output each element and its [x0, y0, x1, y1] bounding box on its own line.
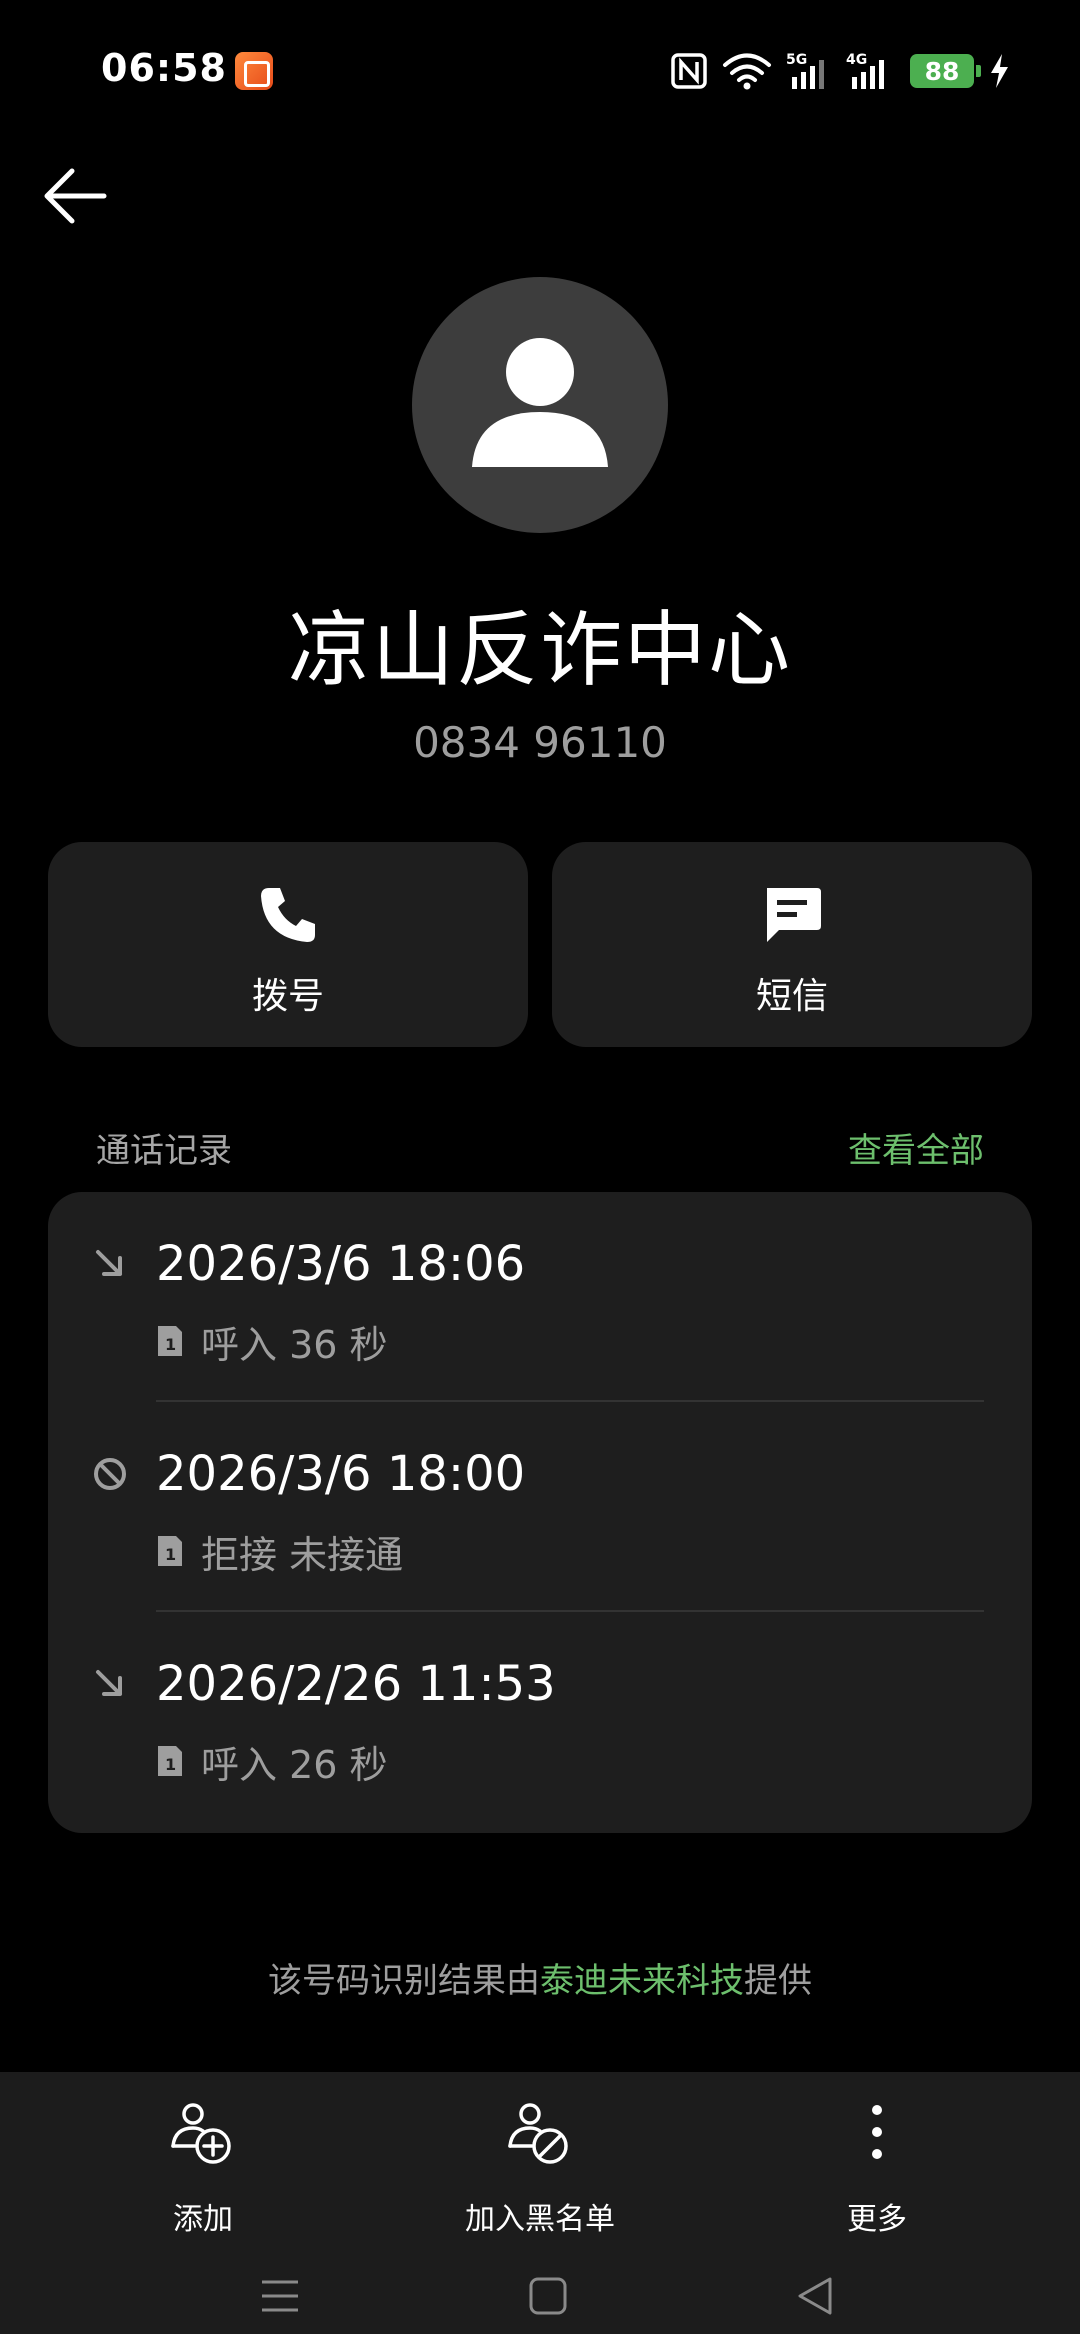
add-contact-button[interactable]: 添加 [83, 2102, 323, 2242]
back-arrow-icon [44, 168, 107, 224]
call-detail: 拒接 未接通 [201, 1533, 404, 1577]
call-log-item[interactable]: 2026/3/6 18:00 1 拒接 未接通 [48, 1402, 1032, 1612]
svg-text:1: 1 [165, 1755, 176, 1774]
block-label: 加入黑名单 [465, 2202, 615, 2237]
avatar [412, 277, 668, 533]
add-contact-icon [171, 2103, 231, 2164]
add-label: 添加 [173, 2202, 233, 2237]
signal-5g-label: 5G [786, 52, 807, 68]
menu-nav-icon[interactable] [258, 2274, 302, 2318]
status-time: 06:58 [101, 46, 227, 90]
rejected-call-icon [94, 1458, 126, 1490]
message-icon [767, 888, 821, 942]
number-recognition-attribution: 该号码识别结果由泰迪未来科技提供 [0, 1953, 1080, 2002]
signal-4g-label: 4G [846, 52, 867, 68]
contact-name: 凉山反诈中心 [287, 603, 792, 698]
back-button[interactable] [40, 160, 130, 232]
more-vertical-icon [872, 2105, 882, 2159]
block-contact-icon [508, 2103, 568, 2164]
nfc-icon [671, 53, 707, 89]
view-all-link[interactable]: 查看全部 [848, 1123, 984, 1172]
sms-label: 短信 [755, 976, 828, 1017]
attribution-prefix: 该号码识别结果由 [268, 1961, 540, 2001]
incoming-call-icon [96, 1250, 122, 1276]
contact-detail-screen: 06:58 5G 4G 88 凉山反诈中心 0834 96110 拨号 短信 通… [0, 0, 1080, 2334]
signal-5g-icon: 5G [786, 52, 824, 89]
call-log-item[interactable]: 2026/3/6 18:06 1 呼入 36 秒 [48, 1192, 1032, 1402]
sim-1-icon: 1 [158, 1536, 182, 1566]
call-log-list: 2026/3/6 18:06 1 呼入 36 秒 2026/3/6 18:00 … [48, 1192, 1032, 1833]
home-nav-icon[interactable] [526, 2274, 570, 2318]
sim-1-icon: 1 [158, 1326, 182, 1356]
status-bar: 06:58 5G 4G 88 [0, 0, 1080, 140]
battery-level: 88 [924, 56, 960, 86]
contact-number: 0834 96110 [413, 718, 667, 767]
incoming-call-icon [96, 1670, 122, 1696]
sms-button[interactable]: 短信 [552, 842, 1032, 1047]
system-nav-bar [0, 2270, 1080, 2334]
dial-button[interactable]: 拨号 [48, 842, 528, 1047]
charging-icon [991, 54, 1008, 88]
back-nav-icon[interactable] [794, 2274, 838, 2318]
wifi-icon [723, 53, 771, 90]
block-number-button[interactable]: 加入黑名单 [420, 2102, 660, 2242]
attribution-brand-link[interactable]: 泰迪未来科技 [540, 1961, 744, 2001]
svg-text:1: 1 [165, 1335, 176, 1354]
svg-text:1: 1 [165, 1545, 176, 1564]
battery-icon: 88 [910, 54, 981, 88]
more-label: 更多 [847, 2202, 907, 2237]
person-icon [472, 338, 608, 467]
call-time: 2026/3/6 18:00 [156, 1446, 526, 1502]
call-log-title: 通话记录 [96, 1131, 232, 1171]
call-detail: 呼入 36 秒 [201, 1323, 388, 1367]
call-log-item[interactable]: 2026/2/26 11:53 1 呼入 26 秒 [48, 1612, 1032, 1822]
more-button[interactable]: 更多 [757, 2102, 997, 2242]
dial-label: 拨号 [251, 976, 324, 1017]
call-time: 2026/2/26 11:53 [156, 1656, 556, 1712]
call-time: 2026/3/6 18:06 [156, 1236, 526, 1292]
app-notification-icon [235, 52, 273, 90]
sim-1-icon: 1 [158, 1746, 182, 1776]
phone-icon [261, 888, 315, 942]
signal-4g-icon: 4G [846, 52, 884, 89]
call-detail: 呼入 26 秒 [201, 1743, 388, 1787]
attribution-suffix: 提供 [744, 1961, 812, 2001]
status-indicators: 5G 4G 88 [670, 48, 1010, 94]
